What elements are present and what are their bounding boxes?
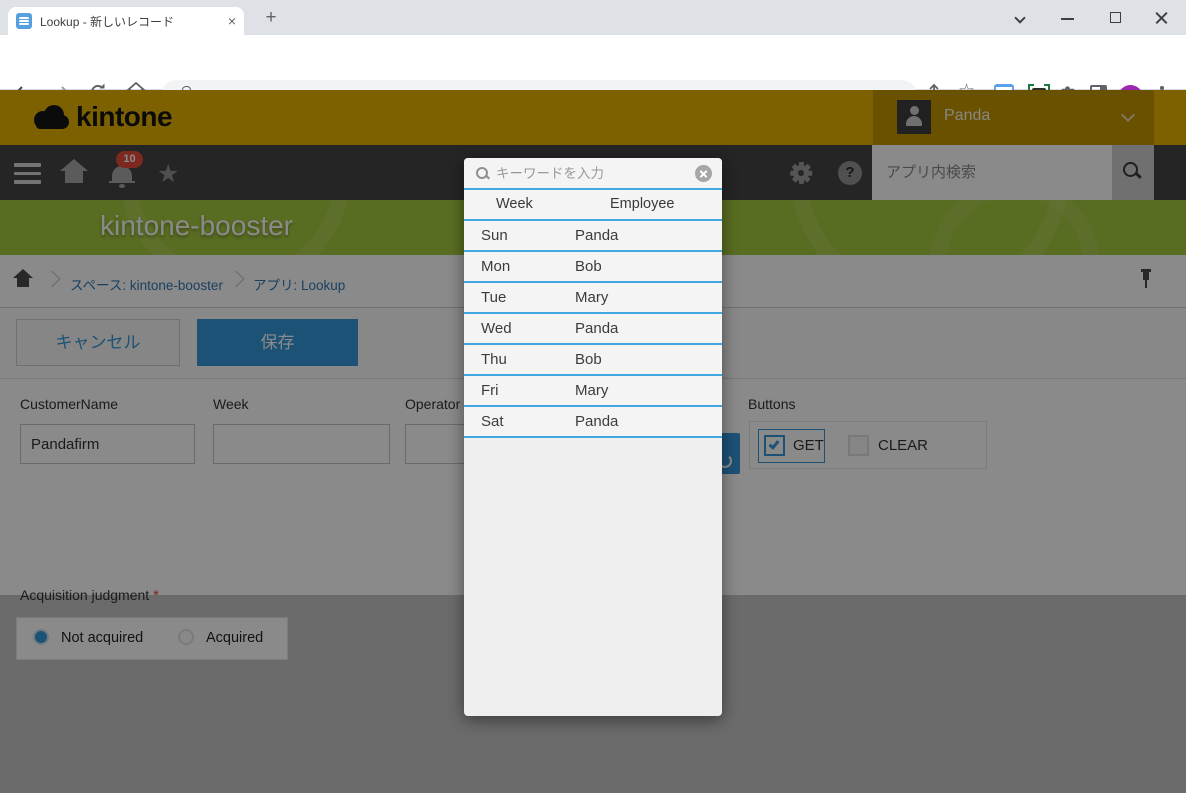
new-tab-button[interactable]: + xyxy=(258,5,284,31)
browser-toolbar: pandafirm.cybozu.com/k/1838/edit ☆ S xyxy=(0,35,1186,90)
row-week: Sat xyxy=(481,413,504,430)
row-week: Tue xyxy=(481,289,506,306)
tab-favicon-icon xyxy=(16,13,32,29)
row-week: Sun xyxy=(481,227,508,244)
row-employee: Bob xyxy=(575,351,602,368)
lookup-row[interactable]: Thu Bob xyxy=(464,345,722,376)
lookup-row[interactable]: Tue Mary xyxy=(464,283,722,314)
tab-close-icon[interactable]: × xyxy=(228,13,236,29)
screen: Lookup - 新しいレコード × + pandafirm.cybozu.co… xyxy=(0,0,1186,793)
tab-search-chevron-icon[interactable] xyxy=(1012,8,1032,28)
lookup-popup: Week Employee Sun Panda Mon Bob Tue Mary… xyxy=(464,158,722,716)
popup-search-input[interactable] xyxy=(496,158,676,188)
row-employee: Panda xyxy=(575,413,618,430)
column-header-employee: Employee xyxy=(610,196,674,212)
row-employee: Bob xyxy=(575,258,602,275)
row-week: Thu xyxy=(481,351,507,368)
column-header-week: Week xyxy=(496,196,533,212)
row-employee: Mary xyxy=(575,289,608,306)
browser-tab[interactable]: Lookup - 新しいレコード × xyxy=(8,7,244,35)
lookup-row[interactable]: Mon Bob xyxy=(464,252,722,283)
browser-tab-strip: Lookup - 新しいレコード × + xyxy=(0,0,1186,35)
popup-table-header: Week Employee xyxy=(464,190,722,221)
clear-search-icon[interactable] xyxy=(695,165,712,182)
lookup-row[interactable]: Sat Panda xyxy=(464,407,722,438)
tab-title: Lookup - 新しいレコード xyxy=(40,13,222,30)
lookup-row[interactable]: Wed Panda xyxy=(464,314,722,345)
row-week: Mon xyxy=(481,258,510,275)
search-icon xyxy=(476,167,490,181)
row-employee: Panda xyxy=(575,320,618,337)
window-maximize-button[interactable] xyxy=(1106,8,1126,28)
row-employee: Mary xyxy=(575,382,608,399)
popup-search-row xyxy=(464,158,722,190)
lookup-row[interactable]: Fri Mary xyxy=(464,376,722,407)
row-employee: Panda xyxy=(575,227,618,244)
window-minimize-button[interactable] xyxy=(1058,8,1078,28)
window-close-button[interactable] xyxy=(1152,8,1172,28)
row-week: Fri xyxy=(481,382,499,399)
row-week: Wed xyxy=(481,320,512,337)
lookup-row[interactable]: Sun Panda xyxy=(464,221,722,252)
